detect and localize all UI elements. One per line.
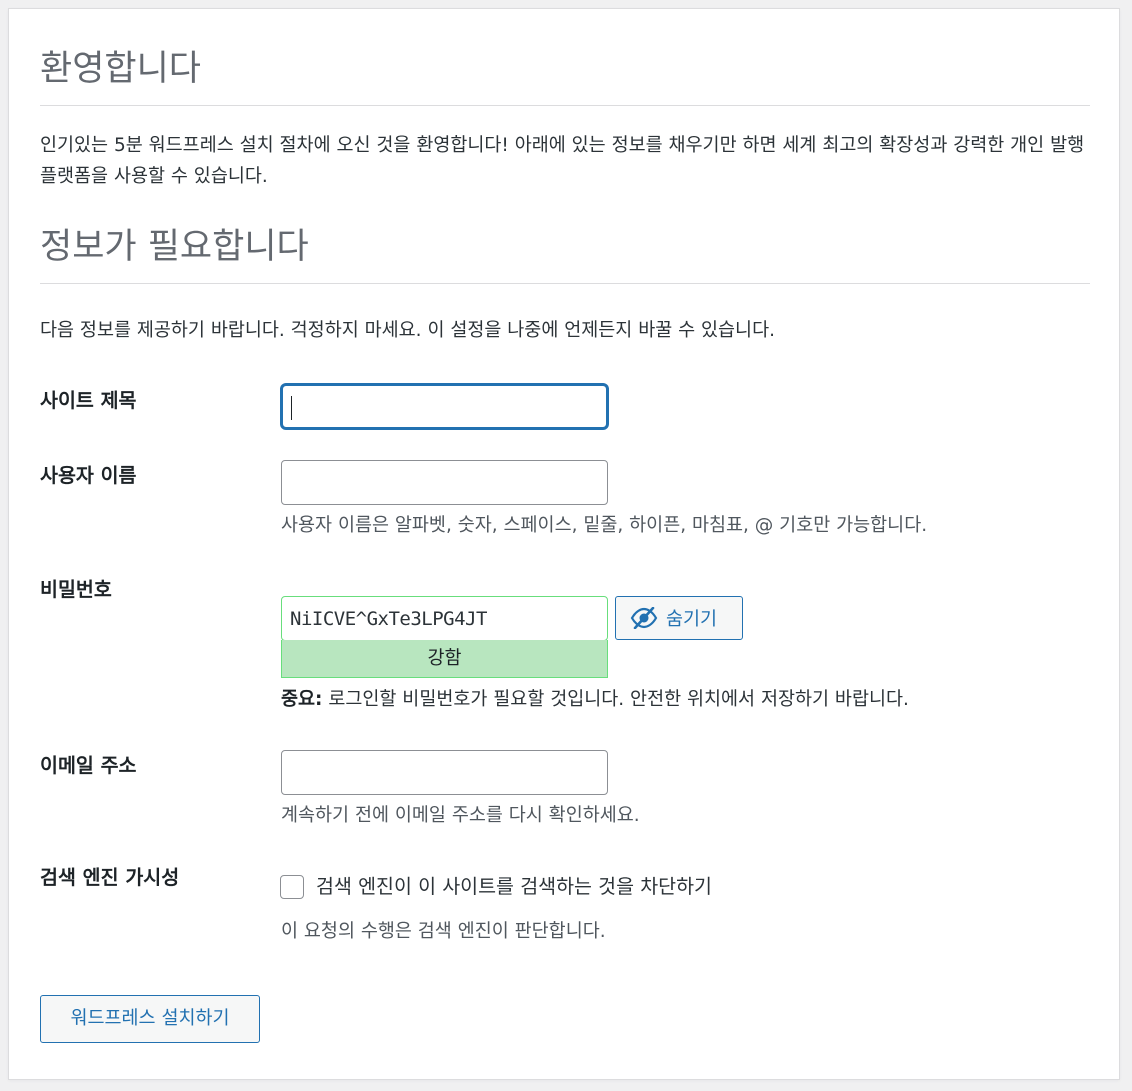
password-label: 비밀번호	[40, 578, 112, 601]
password-input[interactable]	[281, 596, 608, 641]
hide-password-button[interactable]: 숨기기	[615, 596, 743, 640]
important-prefix: 중요:	[281, 689, 323, 710]
divider	[40, 105, 1090, 106]
username-label: 사용자 이름	[40, 464, 137, 487]
email-description: 계속하기 전에 이메일 주소를 다시 확인하세요.	[281, 805, 640, 826]
password-strength-meter: 강함	[281, 640, 608, 678]
search-visibility-description: 이 요청의 수행은 검색 엔진이 판단합니다.	[281, 921, 606, 942]
search-visibility-label: 검색 엔진 가시성	[40, 866, 180, 889]
hide-password-label: 숨기기	[666, 609, 718, 630]
info-text: 다음 정보를 제공하기 바랍니다. 걱정하지 마세요. 이 설정을 나중에 언제…	[40, 320, 775, 341]
email-input[interactable]	[281, 750, 608, 795]
info-heading: 정보가 필요합니다	[40, 227, 309, 267]
username-description: 사용자 이름은 알파벳, 숫자, 스페이스, 밑줄, 하이픈, 마침표, @ 기…	[281, 515, 928, 536]
block-search-engines-checkbox[interactable]	[280, 875, 304, 899]
site-title-input[interactable]	[281, 384, 608, 429]
welcome-heading: 환영합니다	[40, 49, 202, 89]
site-title-label: 사이트 제목	[40, 389, 137, 412]
install-wordpress-button[interactable]: 워드프레스 설치하기	[40, 995, 260, 1043]
block-search-engines-label[interactable]: 검색 엔진이 이 사이트를 검색하는 것을 차단하기	[316, 873, 712, 901]
divider	[40, 283, 1090, 284]
welcome-text: 인기있는 5분 워드프레스 설치 절차에 오신 것을 환영합니다! 아래에 있는…	[40, 135, 1085, 187]
important-text: 로그인할 비밀번호가 필요할 것입니다. 안전한 위치에서 저장하기 바랍니다.	[322, 689, 909, 710]
email-label: 이메일 주소	[40, 754, 137, 777]
install-panel: 환영합니다 인기있는 5분 워드프레스 설치 절차에 오신 것을 환영합니다! …	[8, 8, 1120, 1080]
password-important-note: 중요: 로그인할 비밀번호가 필요할 것입니다. 안전한 위치에서 저장하기 바…	[281, 686, 909, 714]
eye-slash-icon	[630, 607, 658, 629]
text-caret	[291, 396, 292, 420]
username-input[interactable]	[281, 460, 608, 505]
